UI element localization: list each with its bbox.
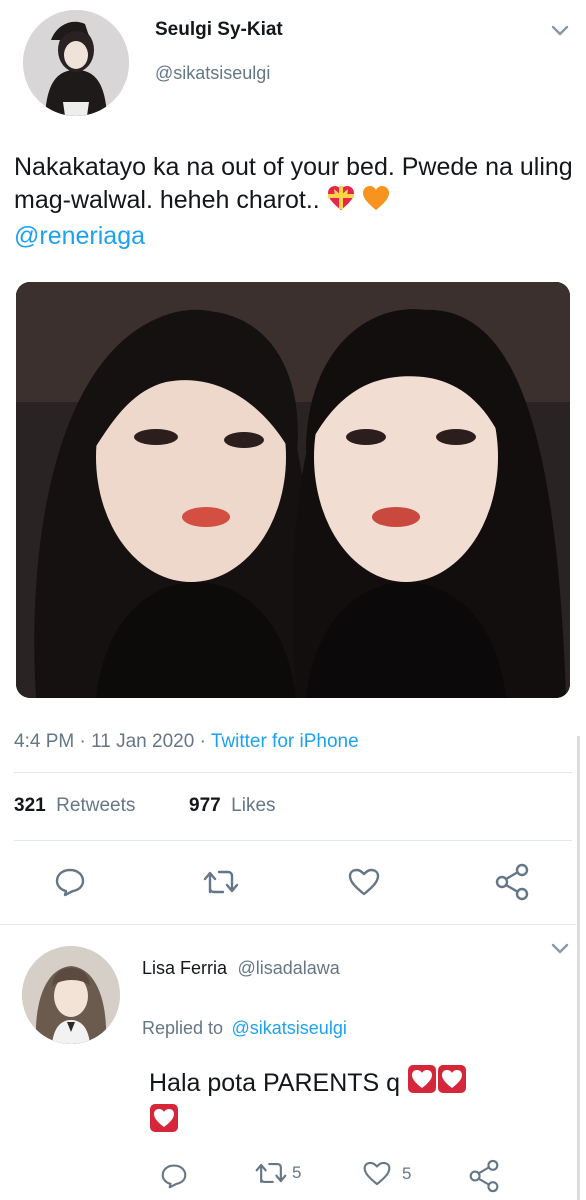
reply-author-handle[interactable]: @lisadalawa (237, 958, 339, 978)
like-button[interactable] (344, 862, 384, 902)
replied-to-handle[interactable]: @sikatsiseulgi (232, 1018, 347, 1038)
reply-button[interactable] (50, 862, 90, 902)
reply-retweet-button[interactable]: 5 (254, 1160, 301, 1186)
divider (14, 772, 572, 773)
reply-like-count: 5 (402, 1163, 412, 1183)
chevron-down-icon[interactable] (551, 24, 569, 42)
tweet-timestamp-row: 4:4 PM · 11 Jan 2020 · Twitter for iPhon… (14, 731, 359, 753)
tweet-author-name[interactable]: Seulgi Sy-Kiat (155, 19, 283, 41)
tweet-photo-image (16, 282, 570, 698)
tweet-text: Nakakatayo ka na out of your bed. Pwede … (14, 153, 573, 214)
white-heart-emoji (407, 1064, 437, 1103)
tweet-author-handle[interactable]: @sikatsiseulgi (155, 63, 270, 84)
author-avatar-image (23, 10, 129, 116)
retweet-icon (255, 1162, 287, 1184)
replied-to-label: Replied to (142, 1018, 224, 1038)
reply-author-avatar[interactable] (22, 946, 120, 1044)
share-icon (495, 863, 529, 901)
divider (0, 924, 576, 925)
share-button[interactable] (492, 860, 532, 904)
tweet-time: 4:4 PM (14, 731, 75, 752)
separator-dot: · (79, 731, 86, 752)
author-avatar[interactable] (23, 10, 129, 116)
reply-author-name[interactable]: Lisa Ferria (142, 958, 227, 978)
like-icon (363, 1161, 391, 1186)
reply-share-button[interactable] (466, 1156, 502, 1196)
reply-retweet-count: 5 (292, 1163, 302, 1182)
reply-author-avatar-image (22, 946, 120, 1044)
reply-text: Hala pota PARENTS q (149, 1069, 401, 1097)
retweets-stat[interactable]: 321 Retweets (14, 795, 135, 817)
likes-label: Likes (231, 795, 276, 816)
scrollbar[interactable] (577, 736, 580, 1200)
reply-text-block: Hala pota PARENTS q (149, 1064, 549, 1142)
reply-like-button[interactable]: 5 (362, 1160, 411, 1187)
tweet-photo[interactable] (16, 282, 570, 698)
retweets-count: 321 (14, 795, 46, 816)
tweet-source-link[interactable]: Twitter for iPhone (211, 731, 359, 752)
separator-dot: · (199, 731, 206, 752)
tweet-mention-link[interactable]: @reneriaga (14, 222, 145, 250)
reply-author-row: Lisa Ferria @lisadalawa (142, 958, 340, 979)
white-heart-emoji (437, 1064, 467, 1103)
orange-heart-emoji (362, 185, 390, 220)
tweet-text-block: Nakakatayo ka na out of your bed. Pwede … (14, 151, 574, 253)
retweet-button[interactable] (199, 862, 243, 902)
reply-icon (161, 1164, 187, 1189)
reply-icon (55, 868, 85, 897)
likes-stat[interactable]: 977 Likes (189, 795, 276, 817)
likes-count: 977 (189, 795, 221, 816)
gift-heart-emoji (327, 185, 355, 220)
reply-reply-button[interactable] (156, 1158, 192, 1194)
like-icon (348, 868, 380, 896)
retweets-label: Retweets (56, 795, 136, 816)
white-heart-emoji (149, 1103, 179, 1142)
divider (14, 840, 572, 841)
chevron-down-icon[interactable] (551, 942, 569, 960)
retweet-icon (203, 870, 239, 894)
share-icon (469, 1159, 499, 1193)
tweet-date: 11 Jan 2020 (91, 731, 195, 752)
replied-to-row: Replied to @sikatsiseulgi (142, 1018, 347, 1039)
